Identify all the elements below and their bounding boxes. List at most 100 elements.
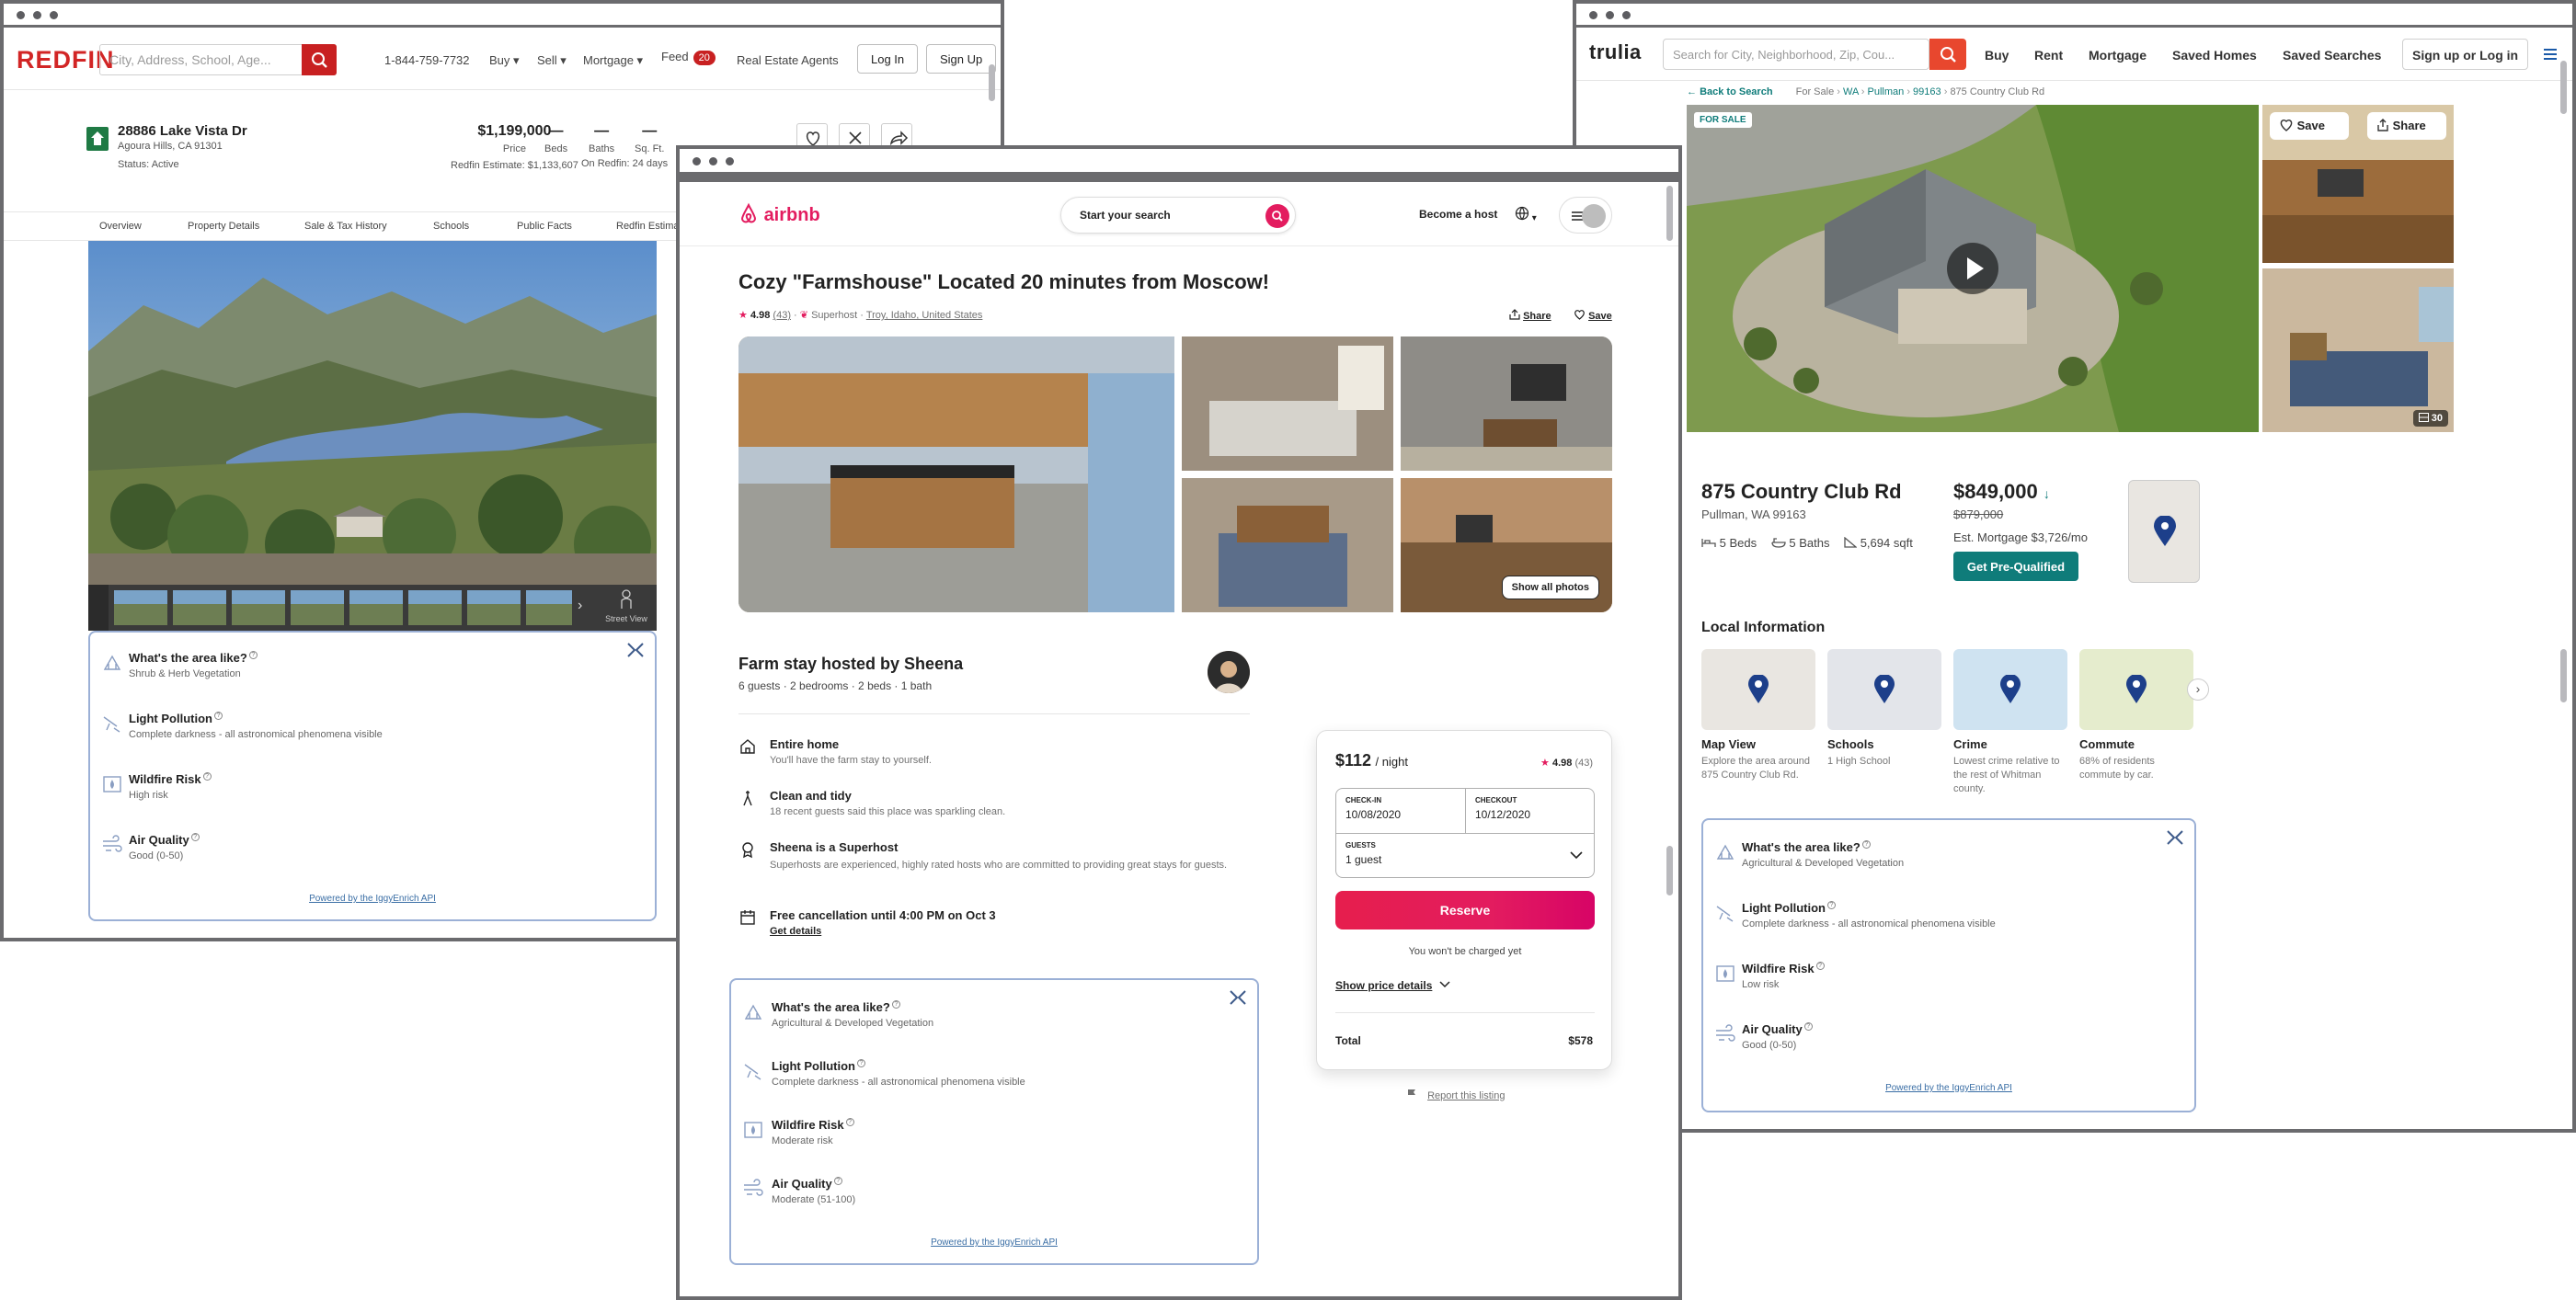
photo-dining[interactable] xyxy=(1401,336,1612,471)
play-video-button[interactable] xyxy=(1947,243,1998,294)
guests-select[interactable]: GUESTS 1 guest xyxy=(1336,833,1594,877)
thumbs-prev-button[interactable] xyxy=(88,585,109,631)
window-control[interactable] xyxy=(709,157,717,165)
photo-thumbnail[interactable] xyxy=(232,590,285,625)
nav-saved-searches[interactable]: Saved Searches xyxy=(2283,48,2381,63)
powered-by-link[interactable]: Powered by the IggyEnrich API xyxy=(1703,1083,2194,1093)
nav-feed[interactable]: Feed 20 xyxy=(661,50,716,65)
tab-property-details[interactable]: Property Details xyxy=(188,221,259,232)
nav-sell[interactable]: Sell ▾ xyxy=(537,53,567,68)
info-icon[interactable]: ? xyxy=(833,1177,842,1185)
window-control[interactable] xyxy=(1622,11,1631,19)
est-mortgage[interactable]: Est. Mortgage $3,726/mo xyxy=(1953,530,2088,544)
collapse-icon[interactable] xyxy=(2165,829,2185,846)
info-icon[interactable]: ? xyxy=(845,1118,854,1126)
location-link[interactable]: Troy, Idaho, United States xyxy=(866,310,983,321)
save-button[interactable]: Save xyxy=(2270,112,2349,140)
tile-commute[interactable]: Commute 68% of residents commute by car. xyxy=(2079,649,2193,782)
report-listing-link[interactable]: Report this listing xyxy=(1406,1089,1505,1101)
photo-thumbnail[interactable] xyxy=(526,590,572,625)
tab-overview[interactable]: Overview xyxy=(99,221,142,232)
back-to-search-link[interactable]: ← Back to Search xyxy=(1687,86,1773,97)
photo-thumbnail[interactable] xyxy=(114,590,167,625)
tile-map-view[interactable]: Map View Explore the area around 875 Cou… xyxy=(1701,649,1815,782)
scrollbar[interactable] xyxy=(1666,186,1673,241)
info-icon[interactable]: ? xyxy=(1815,962,1825,970)
info-icon[interactable]: ? xyxy=(190,833,200,841)
info-icon[interactable]: ? xyxy=(1861,840,1871,849)
reserve-button[interactable]: Reserve xyxy=(1335,891,1595,929)
tab-sale-tax-history[interactable]: Sale & Tax History xyxy=(304,221,387,232)
tab-public-facts[interactable]: Public Facts xyxy=(517,221,572,232)
info-icon[interactable]: ? xyxy=(891,1000,900,1009)
trulia-logo[interactable]: trulia xyxy=(1589,40,1642,64)
nav-buy[interactable]: Buy ▾ xyxy=(489,53,520,68)
photo-thumbnail[interactable] xyxy=(408,590,462,625)
window-control[interactable] xyxy=(33,11,41,19)
share-button[interactable]: Share xyxy=(2367,112,2446,140)
photo-kitchen-thumb[interactable]: Save Share xyxy=(2262,105,2454,263)
street-view-button[interactable]: Street View xyxy=(600,588,653,623)
photo-thumbnail[interactable] xyxy=(173,590,226,625)
nav-rent[interactable]: Rent xyxy=(2034,48,2063,63)
show-price-details-button[interactable]: Show price details xyxy=(1335,979,1450,992)
crumb-for-sale[interactable]: For Sale xyxy=(1796,86,1835,97)
window-control[interactable] xyxy=(17,11,25,19)
collapse-icon[interactable] xyxy=(1228,989,1248,1006)
window-control[interactable] xyxy=(1589,11,1597,19)
info-icon[interactable]: ? xyxy=(856,1059,865,1067)
search-bar[interactable]: Start your search xyxy=(1060,197,1296,234)
scrollbar[interactable] xyxy=(989,64,995,101)
chevron-right-icon[interactable]: › xyxy=(578,598,582,614)
save-button[interactable]: Save xyxy=(1574,309,1612,322)
info-icon[interactable]: ? xyxy=(1826,901,1836,909)
scrollbar-thumb[interactable] xyxy=(2560,649,2567,702)
get-prequalified-button[interactable]: Get Pre-Qualified xyxy=(1953,552,2078,581)
profile-menu-button[interactable] xyxy=(1559,197,1612,234)
nav-saved-homes[interactable]: Saved Homes xyxy=(2172,48,2257,63)
photo-bedroom-1[interactable] xyxy=(1182,336,1393,471)
nav-mortgage[interactable]: Mortgage ▾ xyxy=(583,53,643,68)
become-a-host-link[interactable]: Become a host xyxy=(1419,208,1497,221)
window-control[interactable] xyxy=(50,11,58,19)
photo-thumbnail[interactable] xyxy=(349,590,403,625)
mini-map[interactable] xyxy=(2128,480,2200,583)
info-icon[interactable]: ? xyxy=(248,651,258,659)
powered-by-link[interactable]: Powered by the IggyEnrich API xyxy=(731,1237,1257,1248)
login-button[interactable]: Log In xyxy=(857,44,919,74)
scrollbar-thumb[interactable] xyxy=(1666,846,1673,895)
search-button[interactable] xyxy=(1265,204,1289,228)
language-button[interactable]: ▾ xyxy=(1515,206,1537,223)
search-button[interactable] xyxy=(1929,39,1966,70)
scrollbar[interactable] xyxy=(2560,61,2567,114)
search-input[interactable]: Search for City, Neighborhood, Zip, Cou.… xyxy=(1663,39,1929,70)
photo-main-kitchen[interactable] xyxy=(738,336,1174,612)
get-details-link[interactable]: Get details xyxy=(770,926,1248,937)
info-icon[interactable]: ? xyxy=(1803,1022,1813,1031)
nav-real-estate-agents[interactable]: Real Estate Agents xyxy=(737,53,839,67)
reviews-count[interactable]: (43) xyxy=(1574,758,1593,769)
photo-count-badge[interactable]: 30 xyxy=(2412,410,2448,427)
main-property-photo[interactable]: FOR SALE xyxy=(1687,105,2259,432)
window-control[interactable] xyxy=(1606,11,1614,19)
window-control[interactable] xyxy=(693,157,701,165)
host-avatar[interactable] xyxy=(1208,651,1250,693)
photo-thumbnail[interactable] xyxy=(291,590,344,625)
signup-login-button[interactable]: Sign up or Log in xyxy=(2402,39,2529,70)
search-button[interactable] xyxy=(302,44,337,75)
share-button[interactable]: Share xyxy=(1509,309,1551,322)
show-all-photos-button[interactable]: Show all photos xyxy=(1501,576,1599,599)
nav-mortgage[interactable]: Mortgage xyxy=(2089,48,2147,63)
photo-bedroom-thumb[interactable]: 30 xyxy=(2262,268,2454,432)
property-photo[interactable] xyxy=(88,241,657,585)
photo-kitchen-corner[interactable]: Show all photos xyxy=(1401,478,1612,612)
crumb-city[interactable]: Pullman xyxy=(1868,86,1905,97)
carousel-next-button[interactable]: › xyxy=(2187,679,2209,701)
tab-schools[interactable]: Schools xyxy=(433,221,469,232)
menu-icon[interactable] xyxy=(2542,46,2559,63)
nav-buy[interactable]: Buy xyxy=(1985,48,2009,63)
checkout-field[interactable]: CHECKOUT 10/12/2020 xyxy=(1466,789,1595,833)
info-icon[interactable]: ? xyxy=(202,772,212,781)
crumb-state[interactable]: WA xyxy=(1843,86,1859,97)
checkin-field[interactable]: CHECK-IN 10/08/2020 xyxy=(1336,789,1466,833)
